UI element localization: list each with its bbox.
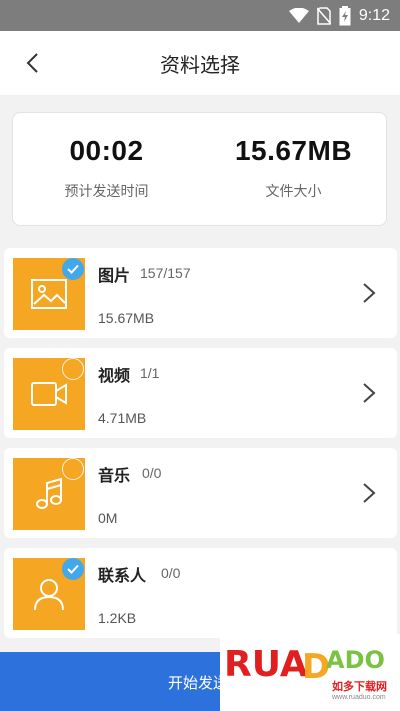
- video-icon: [31, 382, 67, 406]
- select-checkbox[interactable]: [62, 258, 84, 280]
- check-icon: [67, 264, 79, 274]
- wifi-icon: [288, 8, 309, 23]
- category-name: 联系人: [98, 566, 147, 585]
- music-icon: [36, 478, 62, 509]
- category-count: 157/157: [140, 265, 191, 281]
- category-row-contacts[interactable]: 联系人 0/0 1.2KB: [4, 548, 397, 638]
- no-sim-icon: [316, 7, 331, 25]
- category-size: 0M: [98, 510, 118, 526]
- check-icon: [67, 564, 79, 574]
- watermark-logo: RUA D ADO: [224, 644, 385, 682]
- chevron-right-icon: [363, 383, 376, 403]
- svg-text:ADO: ADO: [326, 646, 385, 674]
- page-title: 资料选择: [160, 53, 240, 77]
- watermark-subtitle: 如多下载网: [332, 680, 387, 693]
- status-time: 9:12: [358, 7, 390, 24]
- category-count: 1/1: [140, 365, 160, 381]
- category-name: 图片: [98, 266, 131, 285]
- watermark-url: www.ruaduo.com: [332, 694, 386, 701]
- svg-text:RUA: RUA: [224, 644, 308, 682]
- chevron-right-icon: [363, 283, 376, 303]
- watermark: RUA D ADO 如多下载网 www.ruaduo.com: [220, 634, 400, 711]
- start-send-label: 开始发送: [168, 674, 229, 692]
- size-value: 15.67MB: [234, 135, 353, 166]
- duration-label: 预计发送时间: [64, 184, 149, 200]
- app-bar: 资料选择: [0, 31, 400, 95]
- select-checkbox[interactable]: [62, 558, 84, 580]
- summary-card: 00:02 预计发送时间 15.67MB 文件大小: [12, 112, 387, 226]
- category-row-music[interactable]: 音乐 0/0 0M: [4, 448, 397, 538]
- category-row-images[interactable]: 图片 157/157 15.67MB: [4, 248, 397, 338]
- category-name: 音乐: [98, 466, 131, 485]
- contact-icon: [34, 579, 64, 611]
- size-block: 15.67MB 文件大小: [200, 113, 387, 227]
- chevron-right-icon: [363, 483, 376, 503]
- category-row-videos[interactable]: 视频 1/1 4.71MB: [4, 348, 397, 438]
- battery-charging-icon: [339, 6, 351, 26]
- category-count: 0/0: [142, 465, 162, 481]
- category-name: 视频: [98, 366, 131, 385]
- select-checkbox[interactable]: [62, 458, 84, 480]
- image-icon: [31, 279, 67, 309]
- category-size: 15.67MB: [98, 310, 155, 326]
- category-size: 4.71MB: [98, 410, 147, 426]
- status-bar: 9:12: [0, 0, 400, 31]
- duration-value: 00:02: [69, 135, 144, 166]
- category-count: 0/0: [161, 565, 181, 581]
- duration-block: 00:02 预计发送时间: [13, 113, 200, 227]
- category-size: 1.2KB: [98, 610, 137, 626]
- select-checkbox[interactable]: [62, 358, 84, 380]
- size-label: 文件大小: [265, 184, 322, 200]
